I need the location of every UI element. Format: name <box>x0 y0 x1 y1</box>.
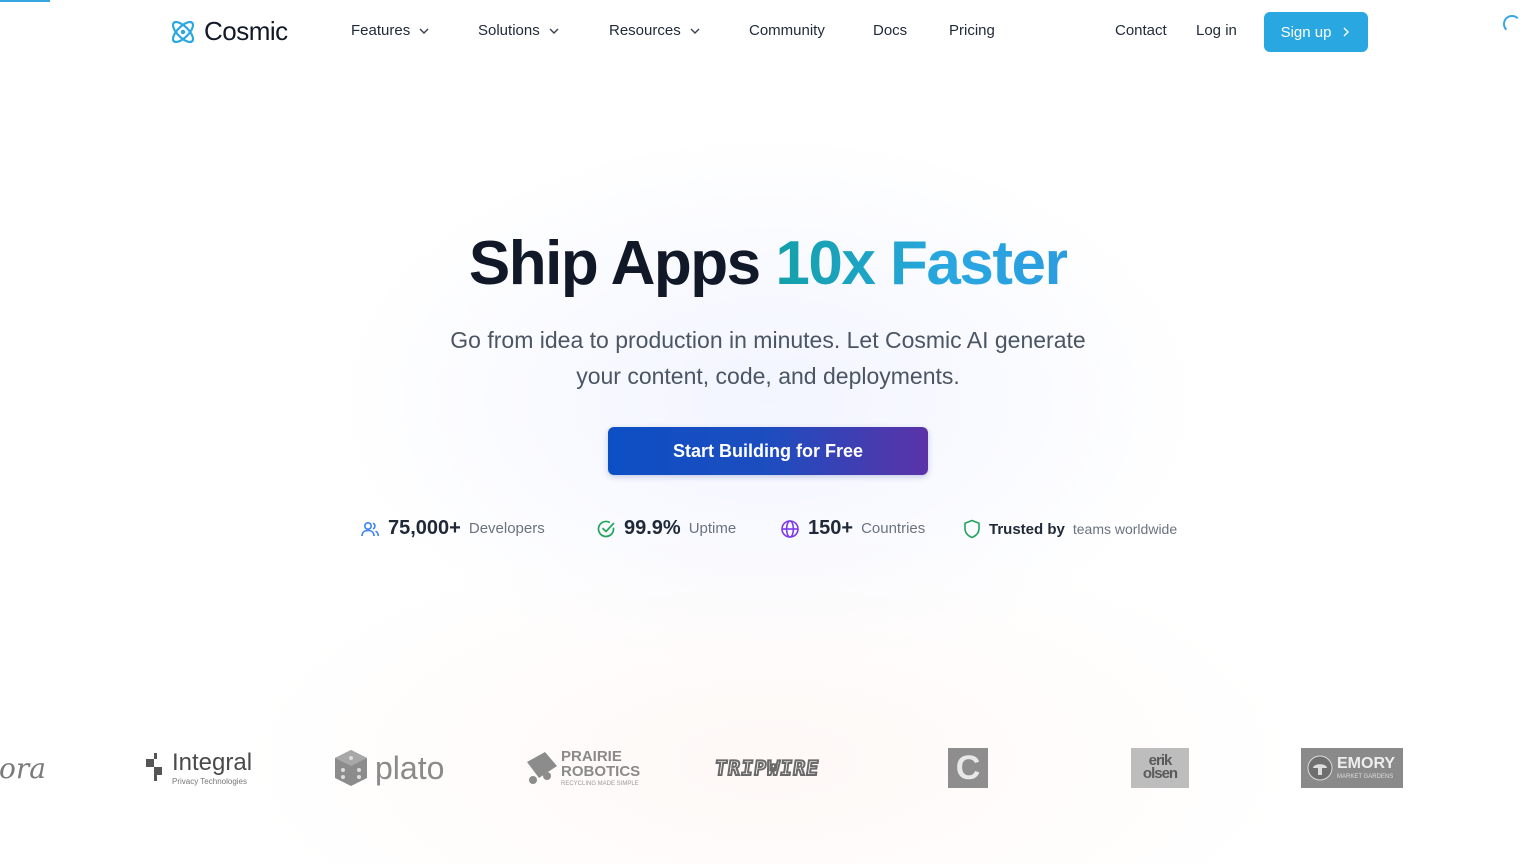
integral-mark-icon <box>146 753 162 781</box>
logo-prairie-sub: RECYCLING MADE SIMPLE <box>561 781 639 787</box>
check-circle-icon <box>597 520 615 537</box>
logo-emory-text: EMORY <box>1337 755 1396 772</box>
robot-truck-icon <box>527 752 557 784</box>
logo-plato: plato <box>333 740 453 796</box>
hero-title: Ship Apps 10x Faster <box>0 228 1536 299</box>
start-building-button[interactable]: Start Building for Free <box>608 427 928 475</box>
trust-light-text: teams worldwide <box>1072 521 1178 537</box>
stat-countries-label: Countries <box>861 520 926 537</box>
trust-badge: Trusted by teams worldwide <box>963 519 1177 539</box>
logo-prairie-robotics: PRAIRIE ROBOTICS RECYCLING MADE SIMPLE <box>523 740 648 796</box>
logo-tripwire-text: TRIPWIRE <box>712 755 822 781</box>
nav-docs-label: Docs <box>873 22 908 39</box>
nav-login[interactable]: Log in <box>1196 22 1237 39</box>
logo-emory: EMORY MARKET GARDENS <box>1301 740 1403 796</box>
hero-title-plain: Ship Apps <box>468 229 761 298</box>
nav-resources[interactable]: Resources <box>609 22 701 39</box>
logo-lora: lora <box>0 740 50 796</box>
logo-c-text: C <box>955 748 981 787</box>
stat-uptime-value: 99.9% <box>624 517 681 539</box>
chevron-down-icon <box>419 28 429 34</box>
emory-mushroom-icon <box>1307 755 1333 781</box>
logo-prairie-text: PRAIRIE <box>561 748 622 765</box>
chevron-right-icon <box>1343 27 1350 37</box>
cosmic-atom-icon <box>171 20 195 43</box>
logo-lora-text: lora <box>0 751 46 785</box>
logo-integral-text: Integral <box>172 748 253 776</box>
chevron-down-icon <box>549 28 559 34</box>
dice-icon <box>335 750 367 786</box>
nav-features-label: Features <box>351 22 411 39</box>
stat-developers-label: Developers <box>468 520 545 537</box>
shield-icon <box>964 519 980 539</box>
brand-name: Cosmic <box>204 16 288 46</box>
logo-olsen-text: olsen <box>1142 765 1178 782</box>
signup-button-label: Sign up <box>1280 23 1332 41</box>
hero-subtitle: Go from idea to production in minutes. L… <box>450 327 1086 389</box>
stat-countries-value: 150+ <box>808 517 854 539</box>
globe-icon <box>781 519 799 538</box>
chevron-down-icon <box>690 28 700 34</box>
nav-pricing-label: Pricing <box>949 22 995 39</box>
stat-uptime-label: Uptime <box>688 520 737 537</box>
logo-emory-sub: MARKET GARDENS <box>1337 774 1394 780</box>
stat-countries: 150+ Countries <box>780 517 925 540</box>
logo-c: C <box>948 740 988 796</box>
nav-community-label: Community <box>749 22 825 39</box>
brand-logo[interactable]: Cosmic <box>168 16 288 47</box>
logo-integral-sub: Privacy Technologies <box>172 776 248 786</box>
nav-pricing[interactable]: Pricing <box>949 22 995 39</box>
top-navbar: Cosmic Features Solutions Resources Comm… <box>0 0 1536 64</box>
nav-features[interactable]: Features <box>351 22 430 39</box>
logo-integral: Integral Privacy Technologies <box>146 740 256 796</box>
logo-tripwire: TRIPWIRE <box>712 740 837 796</box>
logo-plato-text: plato <box>375 749 445 786</box>
nav-resources-label: Resources <box>609 22 681 39</box>
nav-solutions-label: Solutions <box>478 22 540 39</box>
stat-developers-value: 75,000+ <box>388 517 461 539</box>
signup-button[interactable]: Sign up <box>1264 12 1368 52</box>
logo-erik-olsen: erik olsen <box>1131 740 1189 796</box>
nav-docs[interactable]: Docs <box>873 22 907 39</box>
users-icon <box>361 521 380 536</box>
logo-robotics-text: ROBOTICS <box>561 763 641 780</box>
stat-developers: 75,000+ Developers <box>360 517 545 540</box>
nav-contact[interactable]: Contact <box>1115 22 1167 39</box>
nav-community[interactable]: Community <box>749 22 825 39</box>
stat-uptime: 99.9% Uptime <box>596 517 736 540</box>
trust-strong-text: Trusted by <box>989 520 1065 538</box>
nav-solutions[interactable]: Solutions <box>478 22 560 39</box>
hero-title-accent: 10x Faster <box>775 229 1068 298</box>
partner-logo-strip: lora Integral Privacy Technologies plato <box>0 740 1536 796</box>
